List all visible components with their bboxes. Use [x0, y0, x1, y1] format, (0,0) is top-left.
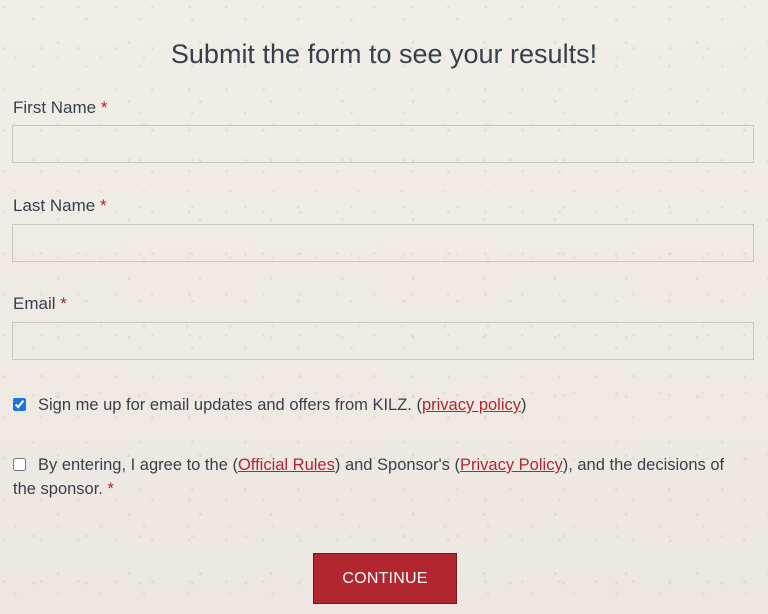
last-name-label: Last Name *: [13, 195, 107, 217]
official-rules-agreement: By entering, I agree to the (Official Ru…: [13, 453, 748, 501]
newsletter-text-end: ): [521, 396, 527, 414]
rules-text-1: By entering, I agree to the (: [38, 456, 238, 474]
required-asterisk: *: [99, 196, 107, 215]
required-asterisk: *: [107, 480, 114, 498]
first-name-label: First Name *: [13, 97, 107, 119]
rules-checkbox[interactable]: [13, 458, 26, 471]
rules-text-2: ) and Sponsor's (: [334, 456, 460, 474]
continue-button[interactable]: CONTINUE: [313, 553, 457, 604]
last-name-label-text: Last Name: [13, 196, 96, 215]
email-label: Email *: [13, 293, 67, 315]
newsletter-text: Sign me up for email updates and offers …: [38, 396, 422, 414]
required-asterisk: *: [100, 98, 108, 117]
required-asterisk: *: [60, 294, 67, 313]
email-input[interactable]: [12, 322, 754, 360]
privacy-policy-link[interactable]: privacy policy: [422, 396, 521, 414]
form-title: Submit the form to see your results!: [170, 39, 598, 70]
official-rules-link[interactable]: Official Rules: [238, 456, 335, 474]
first-name-input[interactable]: [12, 125, 754, 163]
newsletter-checkbox[interactable]: [13, 398, 26, 411]
first-name-label-text: First Name: [13, 98, 97, 117]
last-name-input[interactable]: [12, 224, 754, 262]
sponsor-privacy-policy-link[interactable]: Privacy Policy: [460, 456, 563, 474]
email-label-text: Email: [13, 294, 56, 313]
newsletter-opt-in: Sign me up for email updates and offers …: [13, 393, 748, 417]
